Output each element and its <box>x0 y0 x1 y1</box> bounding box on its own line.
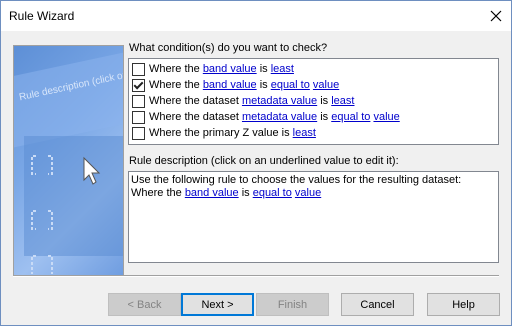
rule-text: is <box>256 63 271 75</box>
rule-text: Where the dataset <box>149 111 242 123</box>
finish-button[interactable]: Finish <box>256 293 329 316</box>
editable-value-link[interactable]: least <box>331 95 354 107</box>
editable-value-link[interactable]: band value <box>203 63 257 75</box>
wizard-illustration: Rule description (click on a <box>13 45 124 277</box>
back-button[interactable]: < Back <box>108 293 181 316</box>
editable-value-link[interactable]: least <box>293 127 316 139</box>
rule-text: is <box>317 95 332 107</box>
condition-row[interactable]: Where the band value is equal to value <box>132 77 339 93</box>
checkbox[interactable] <box>132 94 145 108</box>
checkbox[interactable] <box>132 110 145 124</box>
condition-row[interactable]: Where the primary Z value is least <box>132 125 316 141</box>
conditions-list: Where the band value is least Where the b… <box>128 58 499 145</box>
editable-value-link[interactable]: value <box>313 79 339 91</box>
condition-row[interactable]: Where the dataset metadata value is leas… <box>132 93 354 109</box>
description-line-2: Where the band value is equal to value <box>131 187 321 199</box>
conditions-heading: What condition(s) do you want to check? <box>129 42 328 54</box>
description-line-1: Use the following rule to choose the val… <box>131 174 462 186</box>
editable-value-link[interactable]: value <box>373 111 399 123</box>
close-button[interactable] <box>481 1 511 31</box>
editable-value-link[interactable]: equal to <box>271 79 310 91</box>
separator <box>13 275 499 277</box>
rule-text: Where the <box>131 187 185 199</box>
next-button[interactable]: Next > <box>181 293 254 316</box>
checkbox[interactable] <box>132 126 145 140</box>
editable-value-link[interactable]: band value <box>185 187 239 199</box>
close-icon <box>490 10 502 22</box>
rule-text: Where the <box>149 79 203 91</box>
rule-description-box: Use the following rule to choose the val… <box>128 171 499 263</box>
rule-text: Where the primary Z value is <box>149 127 293 139</box>
cancel-button[interactable]: Cancel <box>341 293 414 316</box>
rule-wizard-dialog: Rule Wizard Rule description (click on a… <box>0 0 512 326</box>
rule-text: Where the dataset <box>149 95 242 107</box>
description-heading: Rule description (click on an underlined… <box>129 155 399 167</box>
editable-value-link[interactable]: value <box>295 187 321 199</box>
rule-text: is <box>238 187 253 199</box>
editable-value-link[interactable]: band value <box>203 79 257 91</box>
rule-text: Where the <box>149 63 203 75</box>
dialog-body: Rule description (click on a What condit… <box>1 31 511 325</box>
condition-row[interactable]: Where the band value is least <box>132 61 294 77</box>
help-button[interactable]: Help <box>427 293 500 316</box>
window-title: Rule Wizard <box>9 9 75 23</box>
title-bar: Rule Wizard <box>1 1 511 31</box>
editable-value-link[interactable]: equal to <box>331 111 370 123</box>
editable-value-link[interactable]: least <box>271 63 294 75</box>
editable-value-link[interactable]: metadata value <box>242 95 317 107</box>
checkbox[interactable] <box>132 62 145 76</box>
editable-value-link[interactable]: metadata value <box>242 111 317 123</box>
condition-row[interactable]: Where the dataset metadata value is equa… <box>132 109 400 125</box>
editable-value-link[interactable]: equal to <box>253 187 292 199</box>
checked-checkbox[interactable] <box>132 78 145 92</box>
rule-text: is <box>317 111 332 123</box>
rule-text: is <box>256 79 271 91</box>
